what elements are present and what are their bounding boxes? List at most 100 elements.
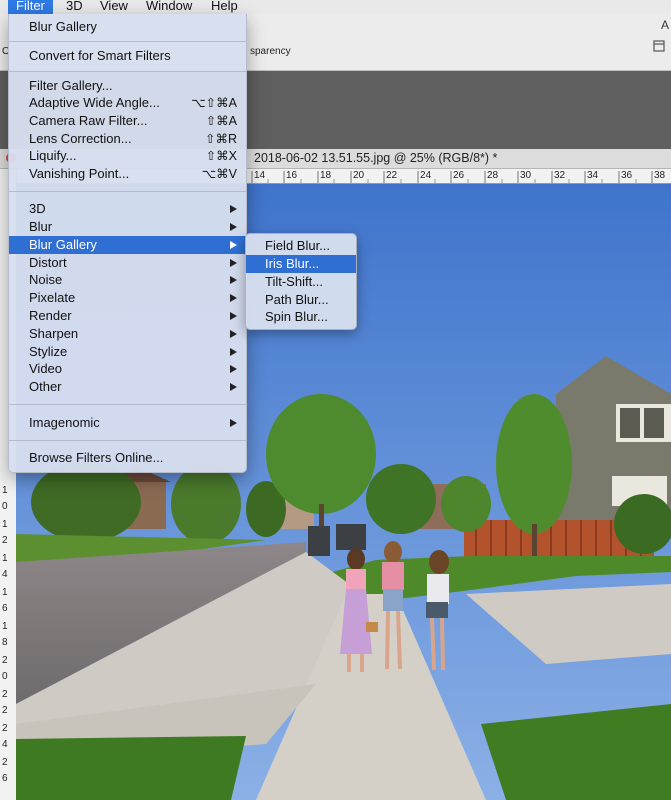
submenu-arrow-icon [230,419,237,427]
menu-view[interactable]: View [100,0,128,14]
menu-item-label: Blur Gallery [29,19,97,34]
menu-item-label: Other [29,379,62,394]
ruler-label: 20 [353,170,365,181]
ruler-label: 2 [2,535,8,546]
submenu-arrow-icon [230,259,237,267]
menu-item-adaptive-wide-angle[interactable]: Adaptive Wide Angle... ⌥⇧⌘A [9,94,246,112]
menu-item-label: Lens Correction... [29,131,132,146]
menu-item-lens-correction[interactable]: Lens Correction... ⇧⌘R [9,130,246,148]
submenu-arrow-icon [230,241,237,249]
menu-item-label: Render [29,308,72,323]
menu-filter[interactable]: Filter [8,0,53,14]
menu-item-label: Pixelate [29,290,76,305]
menu-item-label: Convert for Smart Filters [29,48,171,63]
menu-shortcut: ⇧⌘R [204,132,237,146]
submenu-item-path-blur[interactable]: Path Blur... [246,291,356,309]
ruler-label: 28 [487,170,499,181]
menu-item-label: Distort [29,255,67,270]
ruler-label: 4 [2,739,8,750]
submenu-arrow-icon [230,312,237,320]
menu-item-distort[interactable]: Distort [9,254,246,272]
ruler-label: 2 [2,723,8,734]
menu-item-label: Blur [29,219,53,234]
menu-window[interactable]: Window [146,0,192,14]
menu-item-browse-filters-online[interactable]: Browse Filters Online... [9,449,246,467]
menu-item-label: Video [29,361,63,376]
ruler-label: 30 [520,170,532,181]
ruler-label: 36 [621,170,633,181]
ruler-label: 8 [2,637,8,648]
menu-shortcut: ⌥⌘V [201,167,237,181]
blur-gallery-submenu: Field Blur... Iris Blur... Tilt-Shift...… [245,233,357,330]
submenu-arrow-icon [230,365,237,373]
submenu-item-label: Iris Blur... [265,256,320,271]
ruler-label: 14 [254,170,266,181]
menu-separator [9,440,246,441]
submenu-arrow-icon [230,294,237,302]
ruler-label: 1 [2,587,8,598]
submenu-arrow-icon [230,383,237,391]
menu-item-label: 3D [29,201,46,216]
ruler-label: 2 [2,757,8,768]
menu-item-label: Filter Gallery... [29,78,113,93]
app-title-partial: A [660,18,669,32]
menu-help[interactable]: Help [211,0,238,14]
menu-shortcut: ⌥⇧⌘A [191,96,237,110]
menu-item-noise[interactable]: Noise [9,271,246,289]
submenu-arrow-icon [230,276,237,284]
menu-item-last-filter[interactable]: Blur Gallery [9,18,246,36]
menu-item-blur[interactable]: Blur [9,218,246,236]
menu-item-3d[interactable]: 3D [9,200,246,218]
transparency-label: sparency [250,46,291,57]
ruler-label: 22 [386,170,398,181]
menu-item-liquify[interactable]: Liquify... ⇧⌘X [9,147,246,165]
menu-3d[interactable]: 3D [66,0,83,14]
menu-item-blur-gallery[interactable]: Blur Gallery [9,236,246,254]
menu-item-convert-smart-filters[interactable]: Convert for Smart Filters [9,47,246,65]
menu-shortcut: ⇧⌘X [205,149,237,163]
ruler-label: 24 [420,170,432,181]
menu-item-label: Camera Raw Filter... [29,113,148,128]
document-title: 2018-06-02 13.51.55.jpg @ 25% (RGB/8*) * [254,151,498,165]
ruler-label: 6 [2,773,8,784]
menu-separator [9,41,246,42]
menu-item-filter-gallery[interactable]: Filter Gallery... [9,77,246,95]
menu-separator [9,191,246,192]
ruler-label: 1 [2,519,8,530]
menu-item-video[interactable]: Video [9,360,246,378]
menu-shortcut: ⇧⌘A [205,114,237,128]
submenu-arrow-icon [230,348,237,356]
menu-item-label: Stylize [29,344,68,359]
menu-item-label: Blur Gallery [29,237,97,252]
menu-item-render[interactable]: Render [9,307,246,325]
menu-item-label: Adaptive Wide Angle... [29,95,160,110]
menu-item-vanishing-point[interactable]: Vanishing Point... ⌥⌘V [9,165,246,183]
submenu-item-field-blur[interactable]: Field Blur... [246,237,356,255]
submenu-item-spin-blur[interactable]: Spin Blur... [246,308,356,326]
menu-item-label: Sharpen [29,326,79,341]
menu-item-label: Liquify... [29,148,77,163]
submenu-item-iris-blur[interactable]: Iris Blur... [246,255,356,273]
submenu-arrow-icon [230,223,237,231]
menu-item-imagenomic[interactable]: Imagenomic [9,414,246,432]
submenu-item-label: Field Blur... [265,238,331,253]
menu-item-sharpen[interactable]: Sharpen [9,325,246,343]
menu-item-stylize[interactable]: Stylize [9,343,246,361]
menu-item-camera-raw[interactable]: Camera Raw Filter... ⇧⌘A [9,112,246,130]
submenu-item-label: Tilt-Shift... [265,274,324,289]
ruler-label: 0 [2,501,8,512]
submenu-arrow-icon [230,330,237,338]
panel-options-icon[interactable] [653,40,665,52]
menu-item-pixelate[interactable]: Pixelate [9,289,246,307]
menu-item-other[interactable]: Other [9,378,246,396]
menu-separator [9,71,246,72]
filter-menu: Blur Gallery Convert for Smart Filters F… [8,14,247,473]
ruler-label: 38 [654,170,666,181]
menu-item-label: Vanishing Point... [29,166,130,181]
menu-item-label: Noise [29,272,63,287]
submenu-item-tilt-shift[interactable]: Tilt-Shift... [246,273,356,291]
ruler-label: 1 [2,621,8,632]
ruler-label: 34 [587,170,599,181]
submenu-arrow-icon [230,205,237,213]
ruler-label: 1 [2,553,8,564]
